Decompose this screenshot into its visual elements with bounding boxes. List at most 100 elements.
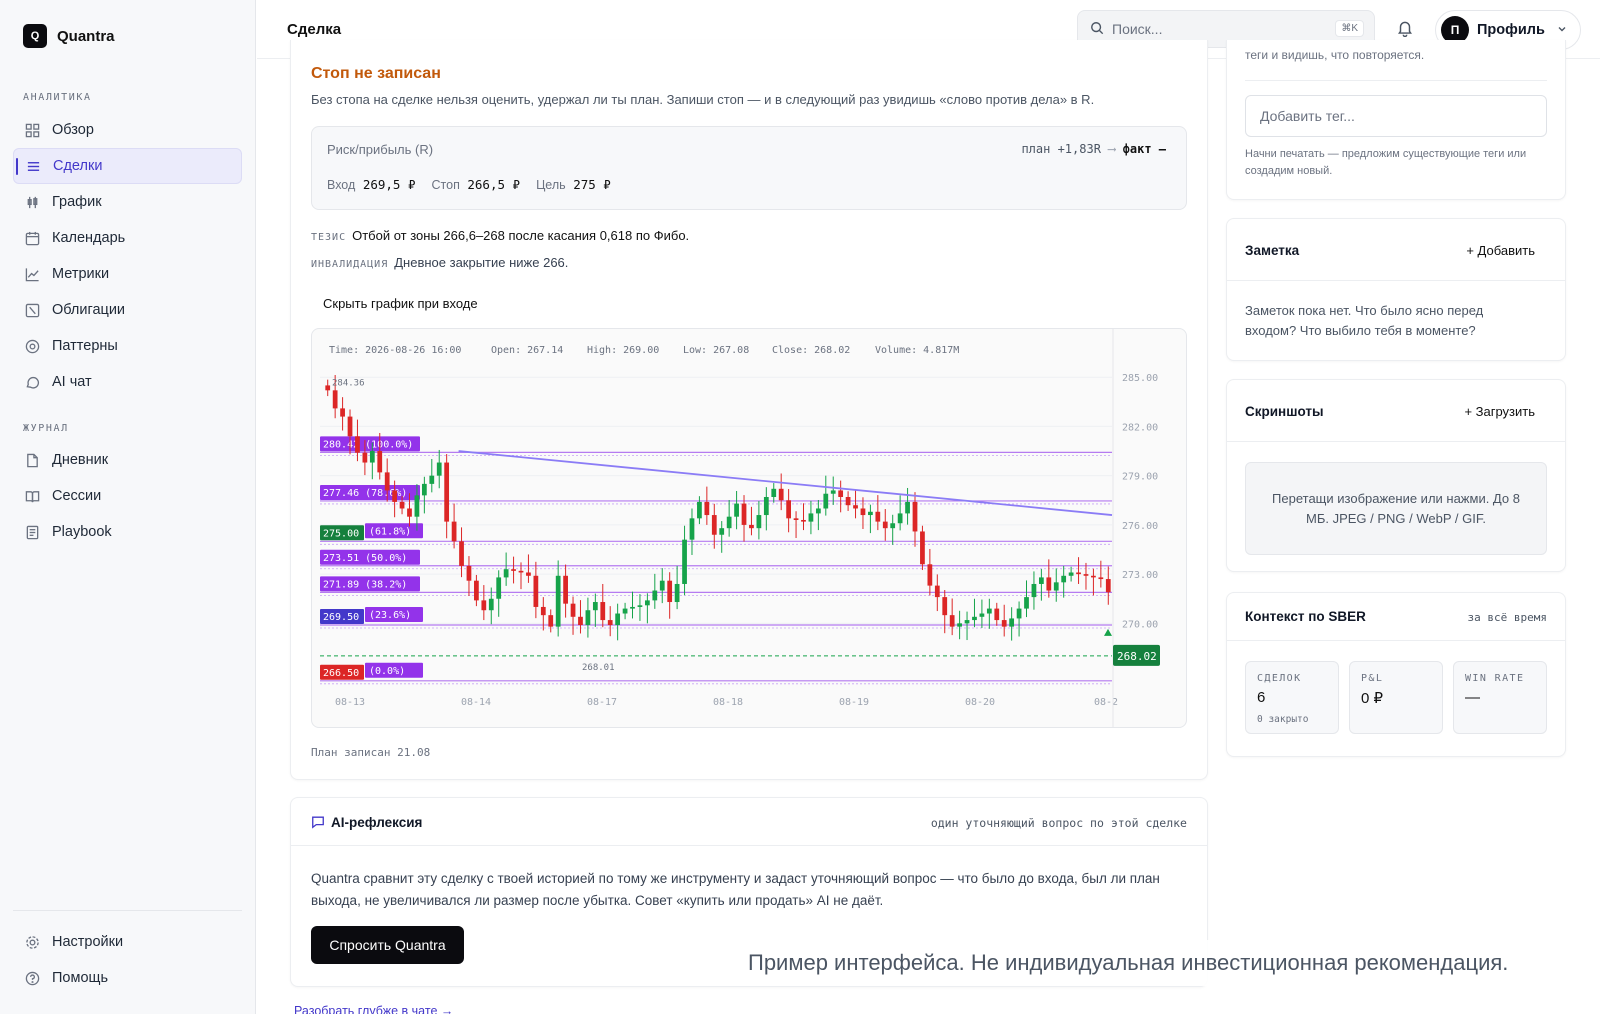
candle-body — [496, 577, 502, 599]
candle-body — [689, 518, 695, 540]
candle-body — [630, 606, 635, 609]
stop-label: Стоп — [431, 178, 460, 192]
candle-body — [853, 505, 858, 509]
price-chart[interactable]: 285.00 282.00 279.00 276.00 273.00 270.00 08-1… — [311, 328, 1187, 728]
bond-icon — [24, 302, 40, 318]
sidebar-item-label: График — [52, 194, 102, 210]
price-tag-label: 275.00 — [323, 528, 359, 539]
fib-label: 273.51 (50.0%) — [323, 553, 407, 564]
sidebar-item-help[interactable]: Помощь — [13, 960, 242, 996]
sidebar-item-overview[interactable]: Обзор — [13, 112, 242, 148]
sidebar-item-label: Календарь — [52, 230, 126, 246]
profile-label: Профиль — [1477, 22, 1545, 38]
last-price-label: 268.02 — [1117, 650, 1157, 663]
section-analytics: АНАЛИТИКА — [23, 92, 92, 103]
trade-card: Стоп не записан Без стопа на сделке нель… — [290, 40, 1208, 780]
bell-icon[interactable] — [1396, 19, 1414, 40]
sidebar-item-trades[interactable]: Сделки — [13, 148, 242, 184]
brand[interactable]: Q Quantra — [23, 24, 115, 48]
sidebar-item-sessions[interactable]: Сессии — [13, 478, 242, 514]
sidebar-item-label: Сделки — [53, 158, 103, 174]
sidebar-item-patterns[interactable]: Паттерны — [13, 328, 242, 364]
candle-body — [451, 521, 457, 542]
candles-icon — [24, 194, 40, 210]
stop-warning-text: Без стопа на сделке нельзя оценить, удер… — [311, 92, 1095, 107]
price-tag-label: 269.50 — [323, 612, 359, 623]
candle-body — [615, 613, 621, 625]
thesis: ТЕЗИС Отбой от зоны 266,6–268 после касан… — [311, 228, 689, 243]
screenshots-card: Скриншоты + Загрузить Перетащи изображен… — [1226, 379, 1566, 572]
ai-reflection-title: AI-рефлексия — [331, 815, 423, 830]
risk-reward-box: Риск/прибыль (R) план +1,83R ⟶ факт – Вх… — [311, 126, 1187, 210]
candle-body — [578, 616, 583, 625]
sidebar-item-metrics[interactable]: Метрики — [13, 256, 242, 292]
candle-body — [466, 565, 472, 581]
thesis-text: Отбой от зоны 266,6–268 после касания 0,… — [352, 228, 690, 243]
add-note-button[interactable]: + Добавить — [1466, 243, 1535, 258]
candle-body — [845, 497, 851, 506]
sidebar-item-ai-chat[interactable]: AI чат — [13, 364, 242, 400]
candle-body — [1024, 597, 1029, 609]
sidebar-item-diary[interactable]: Дневник — [13, 442, 242, 478]
upload-button[interactable]: + Загрузить — [1464, 404, 1535, 419]
candle-body — [756, 515, 762, 529]
deep-dive-link[interactable]: Разобрать глубже в чате → — [294, 1004, 453, 1014]
candle-body — [1068, 572, 1074, 576]
candle-body — [1046, 577, 1052, 591]
candle-body — [875, 511, 881, 522]
fib-label: (0.0%) — [369, 666, 405, 677]
sidebar-item-label: Помощь — [52, 970, 109, 986]
stop-value: 266,5 ₽ — [467, 177, 521, 192]
candle-body — [927, 564, 933, 586]
stat-sub: 0 закрыто — [1257, 714, 1309, 725]
invalidation-text: Дневное закрытие ниже 266. — [394, 255, 569, 270]
entry-label: Вход — [327, 178, 356, 192]
y-tick-label: 276.00 — [1122, 521, 1158, 532]
gear-icon — [24, 934, 40, 950]
candle-body — [682, 539, 687, 584]
candle-body — [882, 521, 888, 529]
y-tick-label: 282.00 — [1122, 422, 1158, 433]
hide-chart-toggle[interactable]: Скрыть график при входе — [323, 296, 478, 311]
chart-svg: 285.00 282.00 279.00 276.00 273.00 270.00 08-1… — [320, 329, 1160, 727]
ohlc-close: Close: 268.02 — [772, 345, 850, 356]
candle-body — [934, 585, 940, 598]
candle-body — [793, 518, 799, 520]
candle-body — [1009, 618, 1015, 627]
tag-input[interactable]: Добавить тег... — [1245, 95, 1547, 137]
risk-fact: факт – — [1122, 142, 1166, 156]
ask-quantra-button[interactable]: Спросить Quantra — [311, 926, 464, 964]
screenshot-dropzone[interactable]: Перетащи изображение или нажми. До 8 МБ.… — [1245, 462, 1547, 555]
thesis-key: ТЕЗИС — [311, 232, 347, 243]
fib-label: 271.89 (38.2%) — [323, 579, 407, 590]
candle-body — [392, 490, 398, 502]
candle-body — [972, 616, 977, 621]
candle-body — [815, 508, 821, 514]
candle-body — [407, 508, 412, 517]
sidebar-item-settings[interactable]: Настройки — [13, 924, 242, 960]
sidebar-item-calendar[interactable]: Календарь — [13, 220, 242, 256]
candle-body — [1083, 574, 1089, 576]
candle-body — [823, 493, 829, 509]
sidebar-item-bonds[interactable]: Облигации — [13, 292, 242, 328]
candle-body — [369, 451, 375, 463]
candle-body — [890, 523, 896, 529]
stat-value: 6 — [1257, 689, 1266, 706]
sidebar-item-playbook[interactable]: Playbook — [13, 514, 242, 550]
candle-body — [734, 503, 739, 517]
candle-body — [697, 501, 702, 519]
candle-body — [1016, 608, 1022, 619]
candle-body — [414, 495, 420, 517]
candle-body — [838, 490, 844, 497]
sidebar-item-chart[interactable]: График — [13, 184, 242, 220]
sidebar-item-label: Настройки — [52, 934, 124, 950]
chat-icon — [311, 815, 325, 832]
candle-body — [1091, 575, 1096, 578]
candle-body — [763, 497, 769, 516]
y-tick-label: 279.00 — [1122, 472, 1158, 483]
sidebar-item-label: Метрики — [52, 266, 110, 282]
ohlc-low: Low: 267.08 — [683, 345, 749, 356]
brand-name: Quantra — [57, 27, 115, 45]
stat-value: — — [1465, 689, 1480, 706]
candle-body — [808, 513, 814, 522]
